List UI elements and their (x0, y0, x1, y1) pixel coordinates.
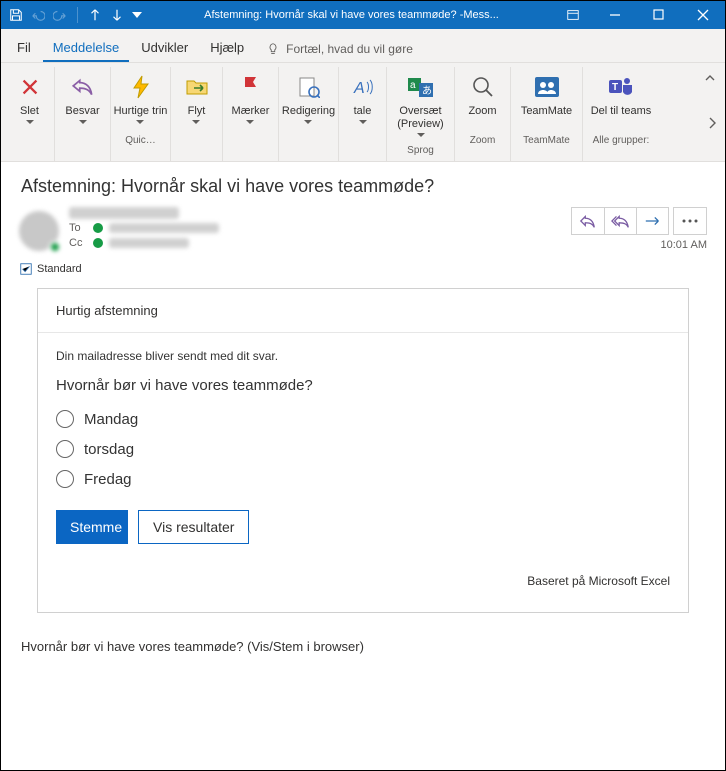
group-zoom-label: Zoom (457, 133, 508, 149)
redo-icon (53, 8, 67, 22)
presence-badge (49, 241, 61, 253)
ribbon-scroll-right[interactable] (705, 103, 719, 143)
sender-name-redacted (69, 207, 179, 219)
tab-help[interactable]: Hjælp (200, 34, 254, 62)
speech-button[interactable]: A tale (339, 69, 387, 133)
poll-option[interactable]: torsdag (56, 434, 670, 464)
teams-icon: T (608, 75, 634, 99)
ribbon-options-icon[interactable] (553, 8, 593, 22)
reply-action[interactable] (572, 207, 604, 235)
folder-move-icon (185, 76, 209, 98)
presence-dot (93, 238, 103, 248)
save-icon[interactable] (9, 8, 23, 22)
sender-avatar[interactable] (19, 211, 59, 251)
poll-card: Hurtig afstemning Din mailadresse bliver… (37, 288, 689, 613)
outlook-window: Afstemning: Hvornår skal vi have vores t… (0, 0, 726, 771)
reply-all-action[interactable] (604, 207, 636, 235)
presence-dot (93, 223, 103, 233)
people-icon (533, 75, 561, 99)
show-results-button[interactable]: Vis resultater (138, 510, 249, 544)
group-teammate-label: TeamMate (513, 133, 580, 149)
reply-icon (70, 76, 96, 98)
svg-text:あ: あ (422, 85, 432, 97)
editing-button[interactable]: Redigering (279, 69, 339, 133)
poll-option[interactable]: Mandag (56, 404, 670, 434)
tell-me-search[interactable]: Fortæl, hvad du vil gøre (266, 42, 719, 62)
poll-note: Din mailadresse bliver sendt med dit sva… (56, 349, 670, 363)
svg-text:a: a (410, 80, 416, 91)
group-allgroups-label: Alle grupper: (585, 133, 657, 149)
flag-icon (241, 75, 261, 99)
zoom-icon (471, 75, 495, 99)
next-item-icon[interactable] (110, 8, 124, 22)
poll-brand: Baseret på Microsoft Excel (56, 574, 670, 588)
group-language-label: Sprog (389, 143, 452, 159)
message-body: Afstemning: Hvornår skal vi have vores t… (1, 162, 725, 770)
ribbon-tabs: Fil Meddelelse Udvikler Hjælp Fortæl, hv… (1, 29, 725, 63)
translate-button[interactable]: aあ Oversæt (Preview) (385, 69, 457, 143)
lightbulb-icon (266, 42, 280, 56)
poll-card-header: Hurtig afstemning (38, 289, 688, 333)
translate-icon: aあ (407, 75, 435, 99)
to-recipient-redacted (109, 223, 219, 233)
cc-label: Cc (69, 237, 87, 249)
radio-icon (56, 440, 74, 458)
tell-me-label: Fortæl, hvad du vil gøre (286, 42, 413, 56)
reply-button[interactable]: Besvar (59, 69, 107, 133)
lightning-icon (130, 75, 152, 99)
svg-text:A: A (353, 80, 365, 97)
group-quick-steps-label: Quic… (113, 133, 168, 149)
poll-option[interactable]: Fredag (56, 464, 670, 494)
delete-button[interactable]: Slet (6, 69, 54, 133)
zoom-button[interactable]: Zoom (459, 69, 507, 133)
vote-button[interactable]: Stemme (56, 510, 128, 544)
message-subject: Afstemning: Hvornår skal vi have vores t… (21, 176, 705, 197)
tab-message[interactable]: Meddelelse (43, 34, 130, 62)
close-button[interactable] (681, 1, 725, 29)
ribbon: Slet Besvar Hurtige trin Quic… (1, 63, 725, 162)
quick-steps-button[interactable]: Hurtige trin (111, 69, 171, 133)
read-aloud-icon: A (352, 76, 374, 98)
message-time: 10:01 AM (571, 239, 707, 251)
cc-recipient-redacted (109, 238, 189, 248)
maximize-button[interactable] (637, 1, 681, 29)
editing-icon (298, 76, 320, 98)
poll-question: Hvornår bør vi have vores teammøde? (56, 377, 670, 394)
sensitivity-icon (19, 262, 33, 276)
sensitivity-label: Standard (37, 263, 82, 275)
to-label: To (69, 222, 87, 234)
minimize-button[interactable] (593, 1, 637, 29)
prev-item-icon[interactable] (88, 8, 102, 22)
view-in-browser-link[interactable]: Hvornår bør vi have vores teammøde? (Vis… (21, 639, 707, 654)
qat-dropdown-icon[interactable] (132, 10, 142, 20)
radio-icon (56, 410, 74, 428)
radio-icon (56, 470, 74, 488)
teammate-button[interactable]: TeamMate (511, 69, 583, 133)
forward-action[interactable] (636, 207, 668, 235)
svg-text:T: T (612, 82, 618, 93)
move-button[interactable]: Flyt (173, 69, 221, 133)
tags-button[interactable]: Mærker (227, 69, 275, 133)
window-title: Afstemning: Hvornår skal vi have vores t… (150, 9, 553, 21)
undo-icon (31, 8, 45, 22)
tab-file[interactable]: Fil (7, 34, 41, 62)
more-actions-button[interactable] (674, 207, 706, 235)
x-icon (19, 76, 41, 98)
share-to-teams-button[interactable]: T Del til teams (585, 69, 657, 133)
title-bar: Afstemning: Hvornår skal vi have vores t… (1, 1, 725, 29)
tab-developer[interactable]: Udvikler (131, 34, 198, 62)
collapse-ribbon-button[interactable] (701, 69, 719, 87)
